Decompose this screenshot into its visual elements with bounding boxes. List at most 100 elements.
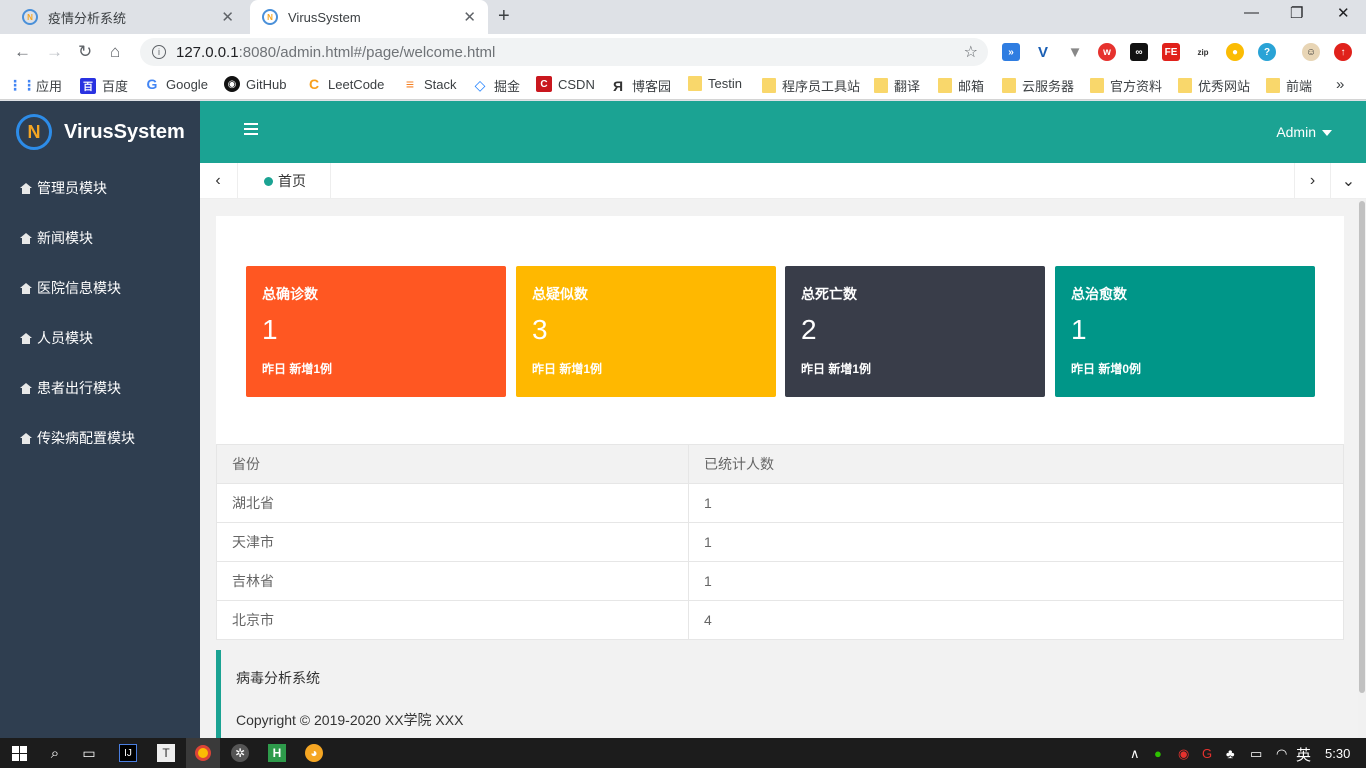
extension-vue-icon[interactable]: ▼ (1066, 43, 1084, 61)
wechat-icon[interactable]: ● (1154, 746, 1162, 761)
bookmark-label: 优秀网站 (1198, 79, 1251, 94)
notepad-icon[interactable]: T (157, 744, 175, 762)
close-window-icon[interactable]: ✕ (1337, 4, 1350, 22)
extension-chrome-icon[interactable]: ● (1226, 43, 1244, 61)
bookmark-folder-testin[interactable]: Testin (688, 76, 742, 91)
chrome-taskbar-icon[interactable] (186, 738, 220, 768)
bookmark-baidu[interactable]: 百百度 (80, 76, 128, 95)
bookmark-juejin[interactable]: ◇ 掘金 (472, 76, 520, 95)
browser-tab[interactable]: N 疫情分析系统 ✕ (10, 0, 246, 34)
tab-home[interactable]: 首页 (237, 163, 331, 199)
qq-icon[interactable]: ♣ (1226, 746, 1235, 761)
info-icon[interactable]: i (152, 45, 166, 59)
intellij-icon[interactable]: IJ (119, 744, 137, 762)
card-value: 1 (1071, 314, 1087, 345)
clock[interactable]: 5:30 (1325, 746, 1350, 761)
folder-icon (762, 78, 776, 93)
bookmark-folder-mail[interactable]: 邮箱 (938, 76, 984, 95)
folder-icon (688, 76, 702, 91)
sidebar-item-admin[interactable]: 管理员模块 (0, 163, 200, 213)
url-host: 127.0.0.1 (176, 43, 239, 61)
ime-indicator[interactable]: 英 (1296, 744, 1311, 765)
bookmark-cnblogs[interactable]: Я 博客园 (610, 76, 671, 95)
bookmark-star-icon[interactable]: ☆ (964, 42, 978, 62)
reload-icon[interactable]: ↻ (78, 42, 92, 62)
bookmark-folder-sites[interactable]: 优秀网站 (1178, 76, 1250, 95)
bookmark-github[interactable]: ◉ GitHub (224, 76, 286, 92)
extension-v-icon[interactable]: V (1034, 43, 1052, 61)
back-icon[interactable]: ← (14, 42, 31, 62)
bookmark-label: Stack (424, 76, 457, 92)
sidebar-item-disease[interactable]: 传染病配置模块 (0, 413, 200, 463)
chevron-down-icon[interactable]: ⌄ (1330, 163, 1366, 199)
card-suspected: 总疑似数 3 昨日 新增1例 (516, 266, 776, 397)
profile-avatar[interactable]: ☺ (1302, 43, 1320, 61)
close-tab-icon[interactable]: ✕ (221, 8, 234, 26)
gear-app-icon[interactable]: ✲ (231, 744, 249, 762)
sidebar-item-person[interactable]: 人员模块 (0, 313, 200, 363)
page-scrollbar[interactable] (1358, 199, 1366, 738)
count-cell: 1 (688, 561, 1344, 601)
scrollbar-thumb[interactable] (1359, 201, 1365, 693)
browser-tab-strip: N 疫情分析系统 ✕ N VirusSystem ✕ + — ❐ ✕ (0, 0, 1366, 34)
bookmark-csdn[interactable]: C CSDN (536, 76, 595, 92)
bookmark-apps[interactable]: ⋮⋮ 应用 (8, 76, 62, 95)
bookmark-label: 翻译 (894, 79, 921, 94)
search-icon[interactable]: ⌕ (46, 744, 64, 762)
bookmark-leetcode[interactable]: C LeetCode (306, 76, 384, 92)
update-icon[interactable]: ↑ (1334, 43, 1352, 61)
extension-glasses-icon[interactable]: ∞ (1130, 43, 1148, 61)
bookmark-google[interactable]: G Google (144, 76, 208, 92)
home-icon[interactable]: ⌂ (110, 42, 120, 62)
netease-music-icon[interactable]: ◉ (1178, 746, 1189, 762)
extension-gitzip-icon[interactable]: zip (1194, 43, 1212, 61)
extension-fe-icon[interactable]: FE (1162, 43, 1180, 61)
browser-tab-active[interactable]: N VirusSystem ✕ (250, 0, 488, 34)
user-menu[interactable]: Admin (1276, 124, 1332, 140)
menu-toggle-icon[interactable] (244, 123, 258, 135)
bookmarks-overflow-icon[interactable]: » (1336, 76, 1344, 93)
restore-icon[interactable]: ❐ (1290, 4, 1303, 22)
table-header-row: 省份 已统计人数 (216, 444, 1344, 484)
home-icon (20, 332, 32, 344)
forward-icon[interactable]: → (46, 42, 63, 62)
extension-search-icon[interactable]: ? (1258, 43, 1276, 61)
bookmark-folder-tools[interactable]: 程序员工具站 (762, 76, 860, 95)
folder-icon (1002, 78, 1016, 93)
close-tab-icon[interactable]: ✕ (463, 8, 476, 26)
sidebar-item-news[interactable]: 新闻模块 (0, 213, 200, 263)
chevron-right-icon[interactable]: › (1294, 163, 1330, 199)
sidebar-item-travel[interactable]: 患者出行模块 (0, 363, 200, 413)
count-cell: 1 (688, 522, 1344, 562)
bookmark-label: 官方资料 (1110, 79, 1163, 94)
bookmark-folder-translate[interactable]: 翻译 (874, 76, 920, 95)
home-icon (20, 182, 32, 194)
bookmark-folder-cloud[interactable]: 云服务器 (1002, 76, 1074, 95)
minimize-icon[interactable]: — (1244, 4, 1259, 21)
user-name: Admin (1276, 124, 1316, 140)
sidebar-item-hospital[interactable]: 医院信息模块 (0, 263, 200, 313)
keyboard-icon[interactable]: ▭ (1250, 746, 1262, 762)
bookmark-folder-official[interactable]: 官方资料 (1090, 76, 1162, 95)
top-header: Admin (200, 101, 1366, 163)
tray-expand-icon[interactable]: ∧ (1130, 746, 1140, 762)
chevron-left-icon[interactable]: ‹ (200, 163, 236, 199)
browser-tab-title: VirusSystem (288, 9, 361, 25)
extension-weibo-icon[interactable]: w (1098, 43, 1116, 61)
bookmark-label: 掘金 (494, 79, 521, 94)
extension-icon[interactable]: » (1002, 43, 1020, 61)
url-field[interactable]: i 127.0.0.1:8080/admin.html#/page/welcom… (140, 38, 988, 66)
cnblogs-icon: Я (612, 77, 624, 94)
hbuilder-icon[interactable]: H (268, 744, 286, 762)
new-tab-icon[interactable]: + (498, 5, 510, 28)
table-row: 湖北省 1 (216, 483, 1344, 523)
windows-start-icon[interactable] (10, 744, 28, 762)
bookmark-folder-frontend[interactable]: 前端 (1266, 76, 1312, 95)
task-view-icon[interactable]: ▭ (80, 744, 98, 762)
app-icon[interactable]: ◕ (305, 744, 323, 762)
wifi-icon[interactable]: ◠ (1276, 746, 1287, 762)
column-header-province: 省份 (216, 444, 689, 484)
bookmark-stack[interactable]: ≡ Stack (402, 76, 457, 92)
g-app-icon[interactable]: G (1202, 746, 1212, 761)
footer-title: 病毒分析系统 (236, 670, 320, 686)
